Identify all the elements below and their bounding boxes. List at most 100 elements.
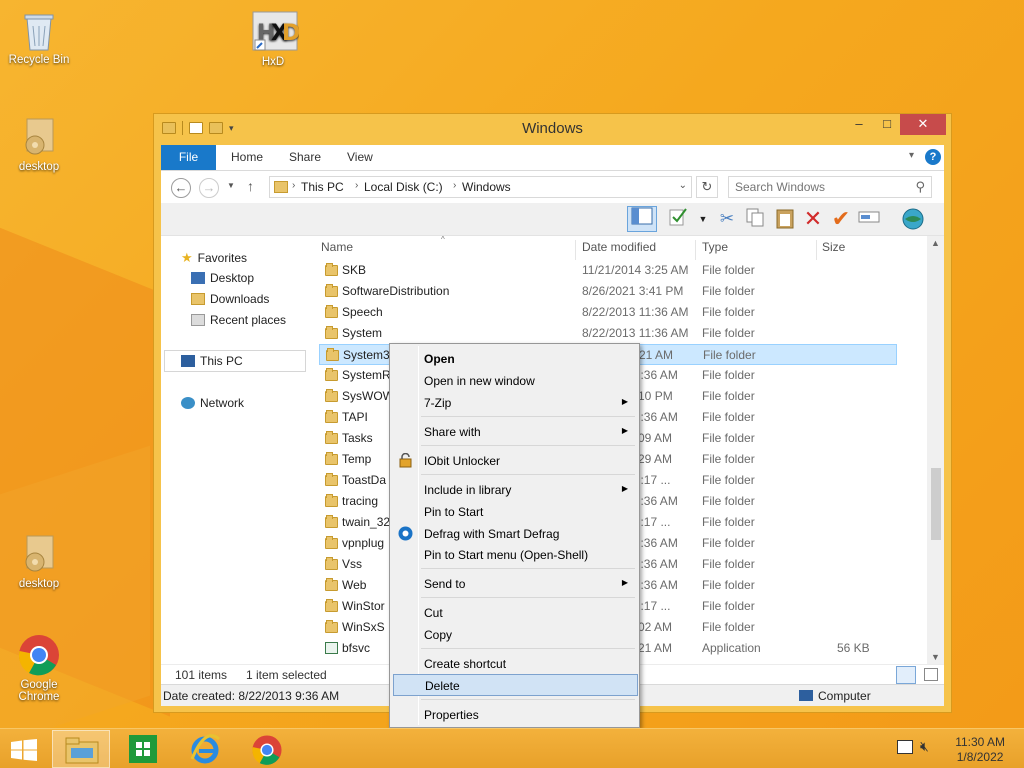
copy-icon[interactable]	[743, 207, 767, 231]
desktop-icon-desktop[interactable]: desktop	[1, 532, 77, 590]
file-row[interactable]: SoftwareDistribution 8/26/2021 3:41 PM Fil…	[319, 281, 897, 302]
rename-icon[interactable]	[857, 207, 881, 231]
menu-item-pin-to-start-menu-open-shell[interactable]: Pin to Start menu (Open-Shell)	[393, 544, 638, 566]
tab-home[interactable]: Home	[231, 145, 263, 170]
network-tray-icon[interactable]	[897, 740, 913, 754]
help-icon[interactable]: ?	[925, 149, 941, 165]
address-bar[interactable]: › This PC › Local Disk (C:) › Windows ⌄	[269, 176, 692, 198]
file-name: Tasks	[342, 431, 373, 445]
desktop-icon-chrome[interactable]: Google Chrome	[1, 633, 77, 703]
nav-label: Desktop	[210, 271, 255, 285]
menu-item-share-with[interactable]: Share with ▶	[393, 421, 638, 443]
scroll-down-icon[interactable]: ▼	[927, 652, 944, 662]
breadcrumb-local-disk[interactable]: Local Disk (C:)	[364, 180, 443, 194]
menu-item-create-shortcut[interactable]: Create shortcut	[393, 653, 638, 675]
preview-pane-button[interactable]	[627, 206, 657, 232]
column-divider[interactable]	[695, 240, 696, 260]
speaker-muted-icon[interactable]: 🔇︎	[920, 738, 929, 755]
search-box[interactable]: ⚲	[728, 176, 932, 198]
menu-item-open-in-new-window[interactable]: Open in new window	[393, 370, 638, 392]
file-size: 56 KB	[837, 641, 870, 655]
menu-item-include-in-library[interactable]: Include in library ▶	[393, 479, 638, 501]
breadcrumb-this-pc[interactable]: This PC	[301, 180, 344, 194]
tab-file[interactable]: File	[161, 145, 216, 170]
search-input[interactable]	[729, 177, 899, 197]
nav-network[interactable]: Network	[181, 396, 244, 410]
menu-item-7-zip[interactable]: 7-Zip ▶	[393, 392, 638, 414]
delete-icon[interactable]: ✕	[801, 207, 825, 231]
vertical-scrollbar[interactable]: ▲ ▼	[927, 236, 944, 664]
menu-item-properties[interactable]: Properties	[393, 704, 638, 726]
nav-recent-places[interactable]: Recent places	[191, 313, 286, 327]
large-icons-view-button[interactable]	[924, 668, 938, 681]
smart-defrag-icon	[398, 526, 413, 541]
menu-item-copy[interactable]: Copy	[393, 624, 638, 646]
menu-item-iobit-unlocker[interactable]: IObit Unlocker	[393, 450, 638, 472]
desktop-icon-hxd[interactable]: HXD HxD	[235, 10, 311, 68]
nav-desktop[interactable]: Desktop	[191, 271, 254, 285]
file-type: File folder	[702, 452, 755, 466]
desktop-icon-recycle-bin[interactable]: Recycle Bin	[1, 8, 77, 66]
minimize-button[interactable]: –	[846, 114, 872, 135]
taskbar-chrome[interactable]	[238, 730, 296, 768]
tab-view[interactable]: View	[347, 145, 373, 170]
recent-locations-icon[interactable]: ▼	[227, 181, 235, 190]
file-name: WinSxS	[342, 620, 385, 634]
chevron-right-icon[interactable]: ›	[292, 180, 295, 191]
menu-item-defrag-with-smart-defrag[interactable]: Defrag with Smart Defrag	[393, 523, 638, 545]
file-row[interactable]: SKB 11/21/2014 3:25 AM File folder	[319, 260, 897, 281]
menu-item-delete[interactable]: Delete	[393, 674, 638, 696]
chevron-down-icon[interactable]: ⌄	[679, 180, 687, 191]
select-all-icon[interactable]	[667, 207, 691, 231]
globe-icon[interactable]	[901, 207, 925, 231]
column-date-modified[interactable]: Date modified	[582, 240, 656, 254]
close-button[interactable]: ✕	[900, 114, 946, 135]
column-type[interactable]: Type	[702, 240, 728, 254]
file-type: File folder	[702, 557, 755, 571]
taskbar-internet-explorer[interactable]	[176, 730, 234, 768]
start-button[interactable]	[0, 730, 48, 768]
details-view-button[interactable]	[896, 666, 916, 684]
menu-item-send-to[interactable]: Send to ▶	[393, 573, 638, 595]
menu-separator	[421, 597, 635, 598]
clock[interactable]: 11:30 AM 1/8/2022	[955, 735, 1005, 765]
folder-icon	[325, 431, 338, 444]
breadcrumb-windows[interactable]: Windows	[462, 180, 511, 194]
computer-icon	[799, 690, 813, 701]
nav-favorites[interactable]: ★ Favorites	[181, 250, 247, 266]
refresh-button[interactable]: ↻	[696, 176, 718, 198]
paste-icon[interactable]	[773, 207, 797, 231]
column-name[interactable]: Name	[321, 240, 353, 254]
chevron-right-icon[interactable]: ›	[453, 180, 456, 191]
file-type: File folder	[702, 515, 755, 529]
nav-downloads[interactable]: Downloads	[191, 292, 269, 306]
search-icon[interactable]: ⚲	[915, 179, 925, 195]
title-bar[interactable]: ▾ Windows – □ ✕	[154, 114, 951, 145]
expand-ribbon-icon[interactable]: ▾	[909, 150, 914, 161]
file-row[interactable]: System 8/22/2013 11:36 AM File folder	[319, 323, 897, 344]
back-button[interactable]: ←	[171, 178, 191, 198]
column-divider[interactable]	[575, 240, 576, 260]
taskbar-file-explorer[interactable]	[52, 730, 110, 768]
menu-item-cut[interactable]: Cut	[393, 602, 638, 624]
column-size[interactable]: Size	[822, 240, 845, 254]
checkmark-icon[interactable]: ✔	[829, 207, 853, 231]
chevron-down-icon[interactable]: ▼	[691, 207, 715, 231]
scrollbar-thumb[interactable]	[931, 468, 941, 540]
tab-share[interactable]: Share	[289, 145, 321, 170]
scroll-up-icon[interactable]: ▲	[927, 238, 944, 248]
menu-item-open[interactable]: Open	[393, 348, 638, 370]
nav-this-pc[interactable]: This PC	[181, 354, 243, 368]
menu-item-label: Create shortcut	[424, 657, 507, 671]
taskbar-store[interactable]	[114, 730, 172, 768]
maximize-button[interactable]: □	[874, 114, 900, 135]
desktop-icon-desktop[interactable]: desktop	[1, 115, 77, 173]
up-button[interactable]: ↑	[247, 178, 254, 194]
forward-button[interactable]: →	[199, 178, 219, 198]
menu-item-pin-to-start[interactable]: Pin to Start	[393, 501, 638, 523]
cut-icon[interactable]: ✂	[715, 207, 739, 231]
chevron-right-icon[interactable]: ›	[355, 180, 358, 191]
file-row[interactable]: Speech 8/22/2013 11:36 AM File folder	[319, 302, 897, 323]
item-count: 101 items	[175, 668, 228, 682]
column-divider[interactable]	[816, 240, 817, 260]
